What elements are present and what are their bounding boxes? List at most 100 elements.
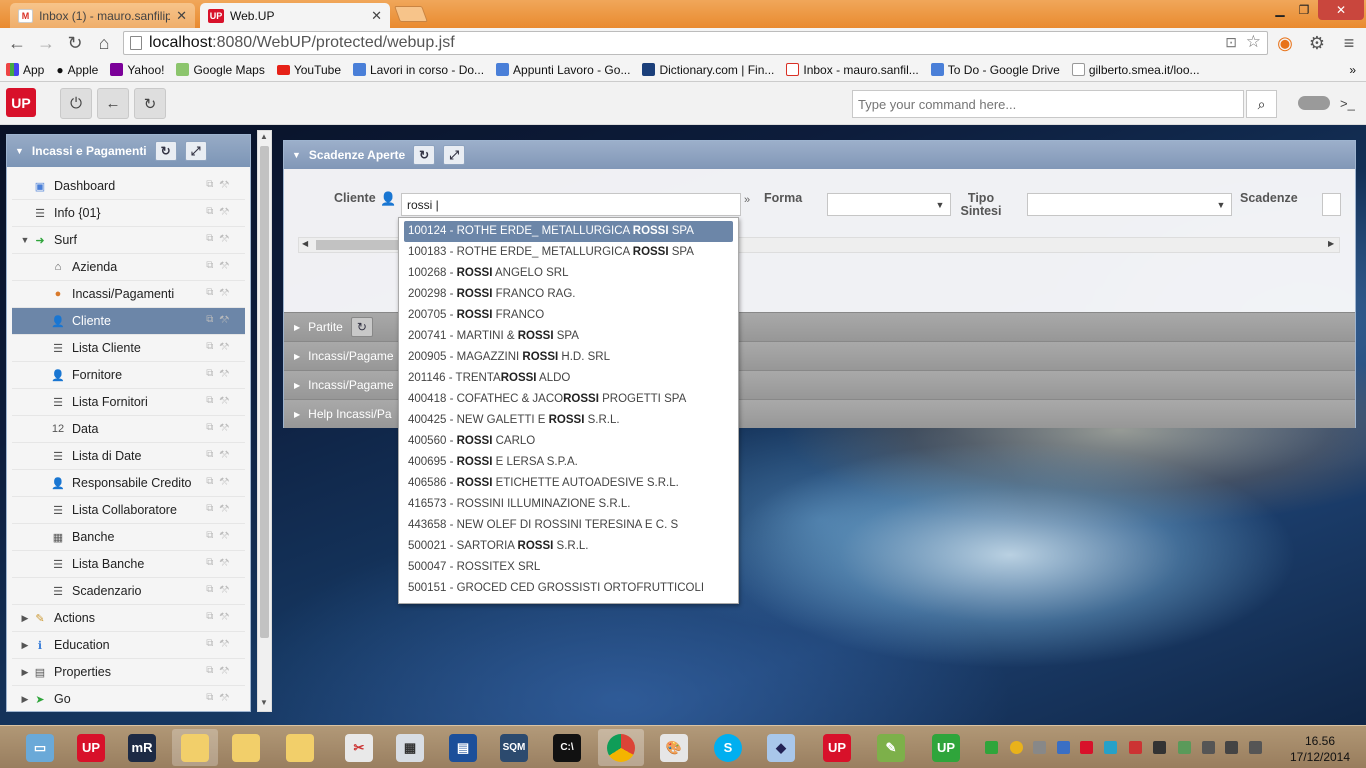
taskbar-virtualbox[interactable]: ◆ [758,729,804,766]
item-actions-icon[interactable]: ⧉⚒ [206,530,235,541]
tab-webup[interactable]: UP Web.UP ✕ [200,3,390,28]
refresh-button[interactable]: ↻ [134,88,166,119]
scrollbar-thumb[interactable] [260,146,269,638]
sidebar-item-properties[interactable]: ▶ ▤ Properties ⧉⚒ [12,659,245,686]
autocomplete-option[interactable]: 100183 - ROTHE ERDE_ METALLURGICA ROSSI … [404,242,733,263]
sidebar-item-data[interactable]: 12 Data ⧉⚒ [12,416,245,443]
bookmark-yahoo[interactable]: Yahoo! [104,63,170,77]
autocomplete-option[interactable]: 100124 - ROTHE ERDE_ METALLURGICA ROSSI … [404,221,733,242]
new-tab-button[interactable] [394,6,428,22]
autocomplete-option[interactable]: 406586 - ROSSI ETICHETTE AUTOADESIVE S.R… [404,473,733,494]
cloud-icon[interactable] [1298,96,1330,110]
sidebar-item-cliente[interactable]: 👤 Cliente ⧉⚒ [12,308,245,335]
reload-icon[interactable]: ↻ [64,32,86,54]
sidebar-item-go[interactable]: ▶ ➤ Go ⧉⚒ [12,686,245,711]
taskbar-explorer[interactable] [172,729,218,766]
item-actions-icon[interactable]: ⧉⚒ [206,557,235,568]
sidebar-item-fornitore[interactable]: 👤 Fornitore ⧉⚒ [12,362,245,389]
bookmark-appunti[interactable]: Appunti Lavoro - Go... [490,63,636,77]
taskbar-clock[interactable]: 16.56 17/12/2014 [1284,733,1356,765]
chevron-down-icon[interactable]: ▼ [1211,194,1231,215]
taskbar-app-blue[interactable]: ▤ [440,729,486,766]
tray-app2-icon[interactable] [1129,741,1142,754]
minimize-icon[interactable]: ▁ [1268,0,1292,20]
star-icon[interactable]: ☆ [1246,32,1261,52]
more-bookmarks-icon[interactable]: » [1343,63,1366,77]
bookmark-todo[interactable]: To Do - Google Drive [925,63,1066,77]
taskbar-folder-2[interactable] [223,729,269,766]
taskbar-paint[interactable]: 🎨 [651,729,697,766]
taskbar-notepad[interactable]: ✎ [868,729,914,766]
sidebar-item-scadenzario[interactable]: ☰ Scadenzario ⧉⚒ [12,578,245,605]
sidebar-item-actions[interactable]: ▶ ✎ Actions ⧉⚒ [12,605,245,632]
forma-select[interactable]: ▼ [827,193,951,216]
expand-icon[interactable]: ▶ [18,667,32,678]
bookmark-apple[interactable]: ● Apple [50,63,104,77]
sidebar-item-incassi-pagamenti[interactable]: ● Incassi/Pagamenti ⧉⚒ [12,281,245,308]
expand-icon[interactable]: ▶ [18,694,32,705]
autocomplete-option[interactable]: 500151 - GROCED CED GROSSISTI ORTOFRUTTI… [404,578,733,599]
item-actions-icon[interactable]: ⧉⚒ [206,692,235,703]
taskbar-mr[interactable]: mR [119,729,165,766]
expand-icon[interactable]: ▶ [18,613,32,624]
search-icon[interactable]: ⌕ [1246,90,1277,118]
expand-icon[interactable]: ▶ [294,323,300,332]
item-actions-icon[interactable]: ⧉⚒ [206,206,235,217]
item-actions-icon[interactable]: ⧉⚒ [206,584,235,595]
subpanel-refresh-button[interactable]: ↻ [350,317,373,337]
item-actions-icon[interactable]: ⧉⚒ [206,422,235,433]
terminal-icon[interactable]: >_ [1340,96,1355,111]
sidebar-item-azienda[interactable]: ⌂ Azienda ⧉⚒ [12,254,245,281]
item-actions-icon[interactable]: ⧉⚒ [206,665,235,676]
item-actions-icon[interactable]: ⧉⚒ [206,179,235,190]
autocomplete-option[interactable]: 400560 - ROSSI CARLO [404,431,733,452]
expand-arrows-icon[interactable]: » [744,194,750,206]
collapse-icon[interactable]: ▼ [15,146,24,156]
sidebar-refresh-button[interactable]: ↻ [154,141,177,161]
taskbar-webup-1[interactable]: UP [68,729,114,766]
tray-app4-icon[interactable] [1178,741,1191,754]
tray-webup-red-icon[interactable] [1080,741,1093,754]
hscroll-thumb[interactable] [316,240,406,250]
sidebar-item-surf[interactable]: ▼ ➜ Surf ⧉⚒ [12,227,245,254]
menu-icon[interactable]: ≡ [1338,32,1360,54]
back-button[interactable]: ← [97,88,129,119]
bookmark-lavori[interactable]: Lavori in corso - Do... [347,63,490,77]
collapse-icon[interactable]: ▼ [18,235,32,245]
sidebar-item-lista-di-date[interactable]: ☰ Lista di Date ⧉⚒ [12,443,245,470]
item-actions-icon[interactable]: ⧉⚒ [206,368,235,379]
scroll-right-icon[interactable]: ▶ [1328,239,1334,248]
item-actions-icon[interactable]: ⧉⚒ [206,287,235,298]
autocomplete-option[interactable]: 500021 - SARTORIA ROSSI S.R.L. [404,536,733,557]
item-actions-icon[interactable]: ⧉⚒ [206,611,235,622]
item-actions-icon[interactable]: ⧉⚒ [206,260,235,271]
tipo-sintesi-select[interactable]: ▼ [1027,193,1232,216]
autocomplete-option[interactable]: 400425 - NEW GALETTI E ROSSI S.R.L. [404,410,733,431]
panel-refresh-button[interactable]: ↻ [413,145,436,165]
tray-webup-icon[interactable] [985,741,998,754]
sidebar-item-lista-collaboratore[interactable]: ☰ Lista Collaboratore ⧉⚒ [12,497,245,524]
tray-bell-icon[interactable] [1033,741,1046,754]
tray-battery-icon[interactable] [1225,741,1238,754]
tab-inbox[interactable]: M Inbox (1) - mauro.sanfilipp ✕ [10,3,195,28]
item-actions-icon[interactable]: ⧉⚒ [206,314,235,325]
autocomplete-option[interactable]: 400695 - ROSSI E LERSA S.P.A. [404,452,733,473]
taskbar-calculator[interactable]: ▦ [387,729,433,766]
settings-gear-icon[interactable]: ⚙ [1306,32,1328,54]
sidebar-item-education[interactable]: ▶ ℹ Education ⧉⚒ [12,632,245,659]
rss-icon[interactable]: ◉ [1274,32,1296,54]
bookmark-dictionary[interactable]: Dictionary.com | Fin... [636,63,780,77]
scroll-down-icon[interactable]: ▼ [260,698,268,707]
forward-arrow-icon[interactable]: → [35,32,57,54]
scadenze-input[interactable] [1322,193,1341,216]
taskbar-sqm[interactable]: SQM [491,729,537,766]
item-actions-icon[interactable]: ⧉⚒ [206,341,235,352]
page-action-icon[interactable]: ⊡ [1225,34,1237,51]
collapse-icon[interactable]: ▼ [292,150,301,160]
taskbar-webup-green[interactable]: UP [923,729,969,766]
sidebar-item-lista-fornitori[interactable]: ☰ Lista Fornitori ⧉⚒ [12,389,245,416]
expand-icon[interactable]: ▶ [294,381,300,390]
tray-volume-icon[interactable] [1249,741,1262,754]
close-icon[interactable]: ✕ [176,8,187,24]
autocomplete-option[interactable]: 200905 - MAGAZZINI ROSSI H.D. SRL [404,347,733,368]
